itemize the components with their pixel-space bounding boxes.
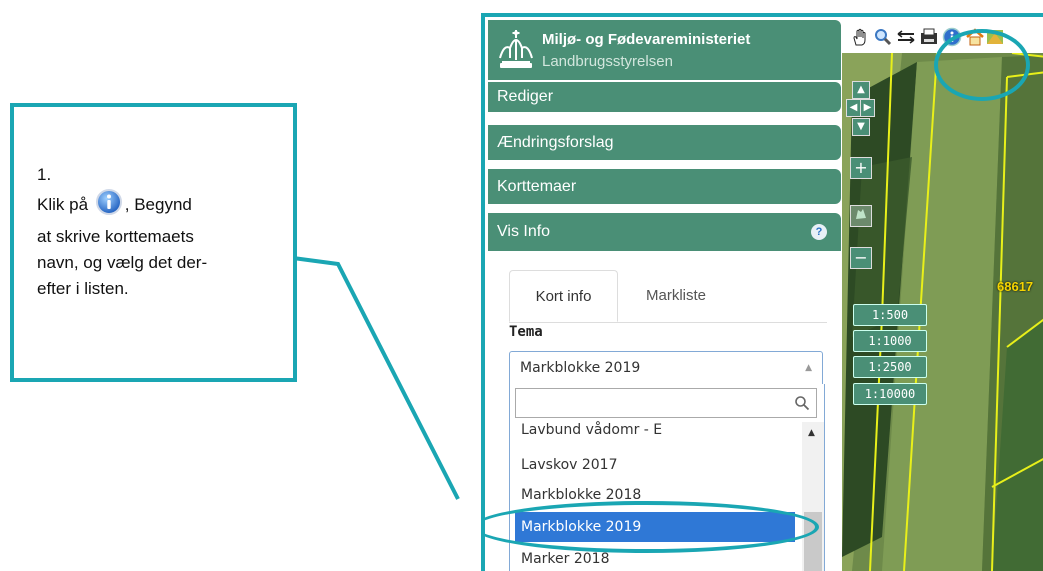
pan-up-button[interactable]: ▲ <box>852 81 870 99</box>
instruction-callout: 1. Klik på , Begynd at skrive korttemaet… <box>10 103 297 382</box>
chevron-up-icon: ▲ <box>805 363 812 373</box>
measure-icon[interactable] <box>896 27 916 47</box>
print-icon[interactable] <box>919 27 939 47</box>
pan-down-button[interactable]: ▼ <box>852 118 870 136</box>
dropdown-scrollbar[interactable]: ▲ <box>802 422 824 571</box>
tema-select-value: Markblokke 2019 <box>520 360 641 376</box>
ministry-header: Miljø- og Fødevareministeriet Landbrugss… <box>488 20 841 80</box>
parcel-label: 68617 <box>997 279 1034 294</box>
step-number: 1. <box>37 165 52 184</box>
zoom-to-extent-icon[interactable] <box>850 205 872 227</box>
search-icon <box>794 395 810 415</box>
scale-1-500-button[interactable]: 1:500 <box>853 304 927 326</box>
app-screenshot: ▲ ◀ ▶ ▼ + − 1:500 1:1000 1:2500 1:10000 … <box>481 13 1043 571</box>
info-tabs: Kort info Markliste <box>509 270 827 323</box>
tema-select[interactable]: Markblokke 2019 ▲ <box>509 351 823 385</box>
agency-subtitle: Landbrugsstyrelsen <box>542 53 673 70</box>
scale-1-1000-button[interactable]: 1:1000 <box>853 330 927 352</box>
accordion-vis-info[interactable]: Vis Info ? <box>488 213 841 251</box>
sidebar: Miljø- og Fødevareministeriet Landbrugss… <box>485 17 842 571</box>
instruction-line-4: efter i listen. <box>37 279 129 298</box>
crown-logo-icon <box>496 28 536 76</box>
help-icon[interactable]: ? <box>811 224 827 240</box>
instruction-line-1: Klik på , Begynd <box>37 188 287 224</box>
highlight-ring-option <box>485 501 819 553</box>
scale-1-2500-button[interactable]: 1:2500 <box>853 356 927 378</box>
info-icon <box>95 188 123 224</box>
ministry-title: Miljø- og Fødevareministeriet <box>542 31 751 48</box>
highlight-ring-info-tool <box>934 29 1030 101</box>
accordion-vis-info-label: Vis Info <box>497 223 551 240</box>
instruction-line-2: at skrive korttemaets <box>37 227 194 246</box>
accordion-aendringsforslag[interactable]: Ændringsforslag <box>488 125 841 160</box>
scale-1-10000-button[interactable]: 1:10000 <box>853 383 927 405</box>
instruction-line-3: navn, og vælg det der- <box>37 253 208 272</box>
tema-label: Tema <box>509 324 543 340</box>
list-item[interactable]: Lavskov 2017 <box>515 450 795 480</box>
list-item[interactable]: Lavbund vådomr - E <box>515 420 795 442</box>
pan-left-button[interactable]: ◀ <box>846 99 861 117</box>
tema-search-input[interactable] <box>515 388 817 418</box>
pan-right-button[interactable]: ▶ <box>860 99 875 117</box>
zoom-out-button[interactable]: − <box>850 247 872 269</box>
pan-hand-icon[interactable] <box>850 27 870 47</box>
zoom-in-button[interactable]: + <box>850 157 872 179</box>
instruction-text: 1. Klik på , Begynd at skrive korttemaet… <box>37 162 287 302</box>
tab-markliste[interactable]: Markliste <box>621 270 731 322</box>
tab-kort-info[interactable]: Kort info <box>509 270 618 322</box>
zoom-icon[interactable] <box>873 27 893 47</box>
scroll-up-icon[interactable]: ▲ <box>808 428 815 438</box>
accordion-rediger[interactable]: Rediger <box>488 82 841 112</box>
accordion-korttemaer[interactable]: Korttemaer <box>488 169 841 204</box>
